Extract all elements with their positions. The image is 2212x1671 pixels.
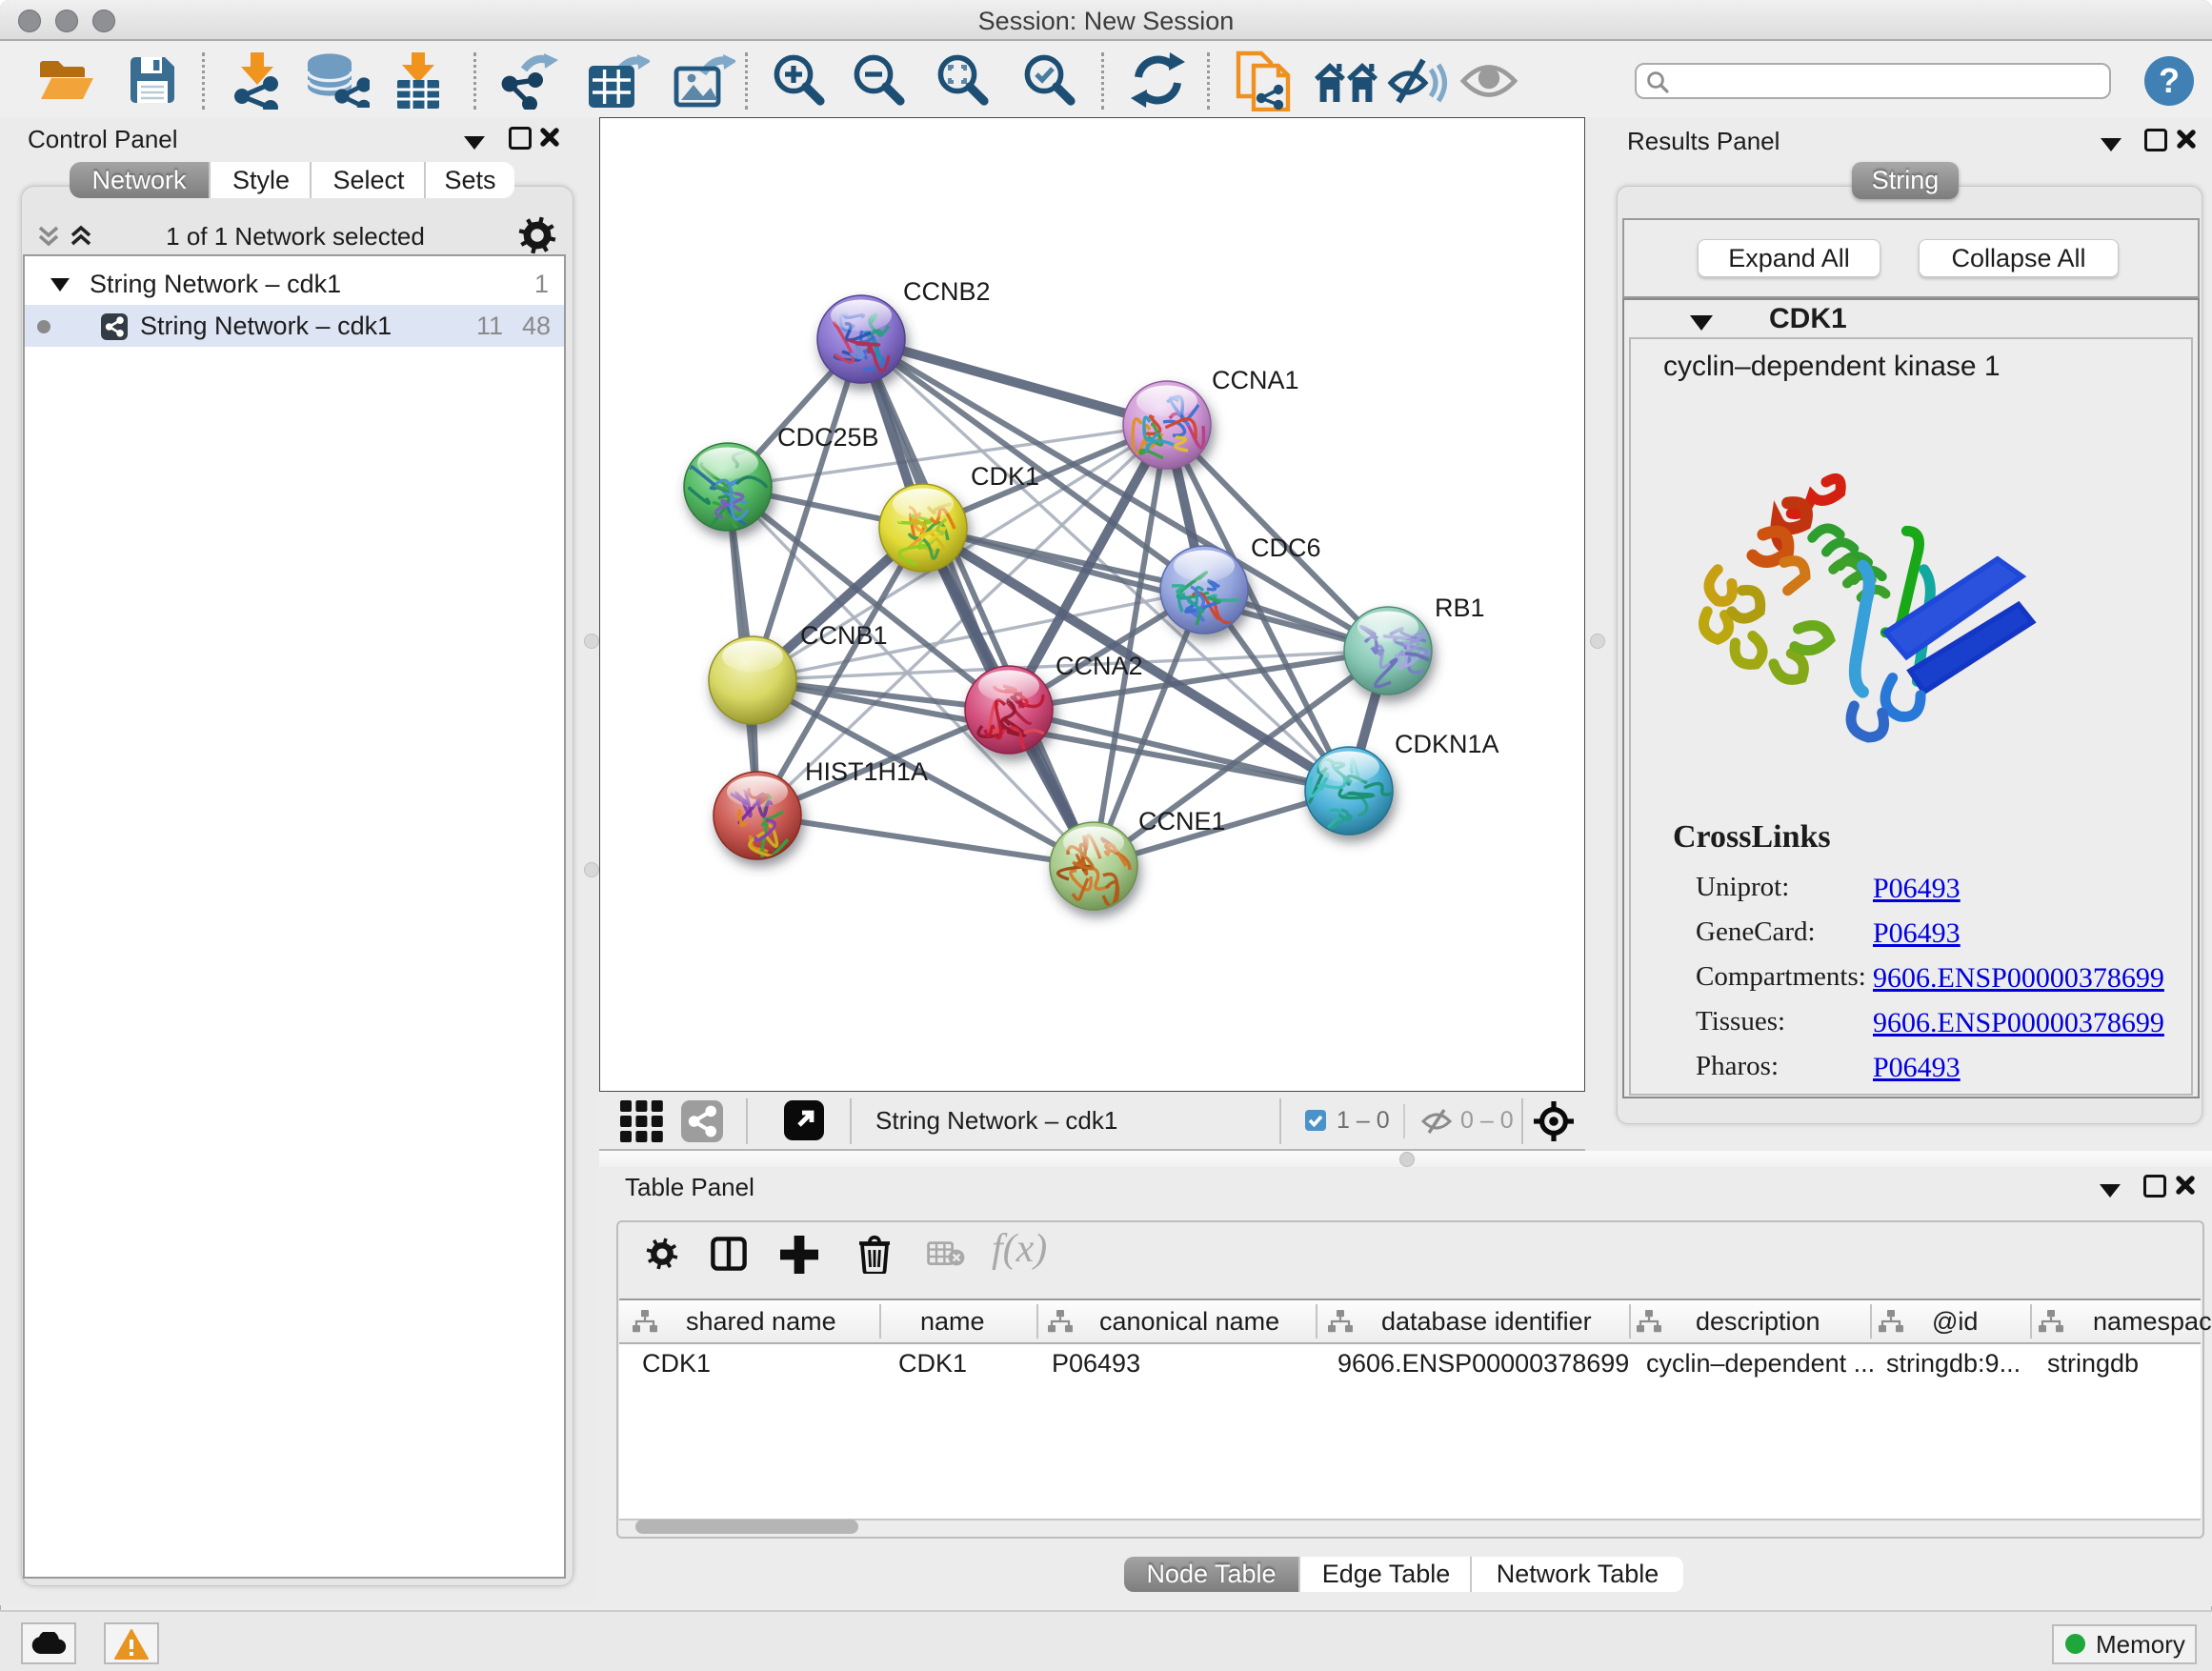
svg-text:CDC25B: CDC25B <box>777 423 879 452</box>
svg-text:CCNA1: CCNA1 <box>1212 366 1299 394</box>
svg-text:CCNB2: CCNB2 <box>903 277 991 306</box>
svg-text:CDK1: CDK1 <box>971 462 1039 491</box>
svg-text:CDC6: CDC6 <box>1251 534 1321 562</box>
svg-text:CCNE1: CCNE1 <box>1138 807 1226 836</box>
svg-text:RB1: RB1 <box>1435 594 1485 622</box>
svg-text:CCNB1: CCNB1 <box>800 621 888 650</box>
svg-text:CDKN1A: CDKN1A <box>1395 730 1499 758</box>
svg-text:HIST1H1A: HIST1H1A <box>805 757 928 786</box>
svg-text:CCNA2: CCNA2 <box>1056 652 1143 680</box>
